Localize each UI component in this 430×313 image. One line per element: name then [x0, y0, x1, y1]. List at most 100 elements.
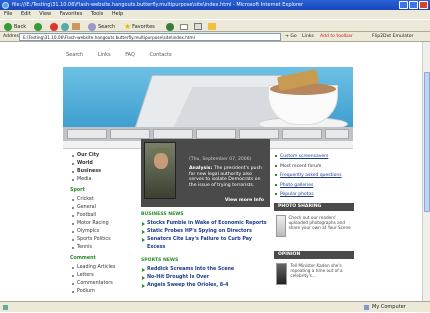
refresh-icon: [61, 22, 69, 31]
search-label: Search: [98, 23, 116, 30]
nav-tab-4[interactable]: [196, 129, 236, 139]
business-news-item[interactable]: Stocks Fumble in Wake of Economic Report…: [141, 220, 270, 228]
forward-button[interactable]: [34, 22, 42, 31]
sidebar-item-business[interactable]: Business: [70, 168, 134, 176]
right-link[interactable]: Frequently asked questions: [274, 171, 354, 181]
toolbar: Back Search ★ Favorites: [0, 19, 430, 32]
sidebar-item-letters[interactable]: Letters: [70, 272, 134, 280]
sidebar-item-commentators[interactable]: Commentators: [70, 280, 134, 288]
analysis-label: Analysis:: [189, 166, 213, 171]
business-news-item[interactable]: Senators Cite Lay's Failure to Curb Pay …: [141, 236, 270, 250]
toolbar-extension-2[interactable]: Flip2Dxt Emulator: [372, 32, 413, 42]
nav-tab-5[interactable]: [239, 129, 279, 139]
nav-contacts[interactable]: Contacts: [150, 52, 172, 58]
history-button[interactable]: [166, 22, 174, 31]
nav-tab-6[interactable]: [282, 129, 322, 139]
vertical-scrollbar[interactable]: [422, 42, 430, 301]
right-link[interactable]: Most recent forum: [274, 162, 354, 172]
folder-icon: [208, 23, 216, 30]
browser-window: file:///E:/Testing\31.10.06\Flash-websit…: [0, 0, 430, 312]
nav-tab-2[interactable]: [110, 129, 150, 139]
feature-photo: [144, 142, 176, 199]
go-button[interactable]: ➜ Go: [285, 32, 297, 42]
right-link[interactable]: Popular photos: [274, 190, 354, 200]
sports-news: SPORTS NEWS Reddick Screams Into the Sce…: [141, 258, 270, 290]
title-bar: file:///E:/Testing\31.10.06\Flash-websit…: [0, 0, 430, 10]
minimize-button[interactable]: [399, 1, 408, 9]
ie-logo-icon: [2, 2, 9, 9]
mail-button[interactable]: [180, 22, 188, 31]
forward-arrow-icon: [34, 22, 42, 31]
feature-date: (Thu, September 07, 2006): [189, 157, 252, 162]
sidebar-item-podium[interactable]: Podium: [70, 288, 134, 296]
back-label: Back: [14, 23, 27, 30]
sidebar-section-sport: Sport: [70, 188, 85, 193]
folder-button[interactable]: [208, 22, 216, 31]
sports-news-item[interactable]: No-Hit Drought Is Over: [141, 274, 270, 282]
close-button[interactable]: [419, 1, 428, 9]
right-link[interactable]: Photo galleries: [274, 181, 354, 191]
menu-favorites[interactable]: Favorites: [60, 11, 83, 17]
opinion-text: Tell Minister Kaden she's repeating a ti…: [290, 262, 343, 278]
business-news-item[interactable]: Static Probes HP's Spying on Directors: [141, 228, 270, 236]
nav-tab-7[interactable]: [325, 129, 349, 139]
sports-news-item[interactable]: Angels Sweep the Orioles, 8-4: [141, 282, 270, 290]
photo-sharing-box: Check out our readers' uploaded photogra…: [274, 211, 354, 251]
window-title: file:///E:/Testing\31.10.06\Flash-websit…: [12, 2, 304, 8]
status-bar: My Computer: [0, 301, 430, 312]
nav-tab-1[interactable]: [67, 129, 107, 139]
sidebar-item-sports-politics[interactable]: Sports Politics: [70, 236, 134, 244]
links-button[interactable]: Links: [302, 32, 314, 42]
history-icon: [166, 22, 174, 31]
back-arrow-icon: [4, 22, 12, 31]
toolbar-extension-1[interactable]: Add to toolbar: [320, 32, 353, 42]
sidebar-item-tennis[interactable]: Tennis: [70, 244, 134, 252]
photo-sharing-header: PHOTO SHARING: [274, 202, 354, 211]
menu-view[interactable]: View: [39, 11, 51, 17]
scrollbar-thumb[interactable]: [424, 72, 430, 212]
sidebar-item-our-city[interactable]: Our City: [70, 152, 134, 160]
photo-sharing-text: Check out our readers' uploaded photogra…: [288, 214, 351, 230]
favorites-button[interactable]: ★ Favorites: [124, 22, 155, 31]
print-button[interactable]: [194, 22, 202, 31]
home-button[interactable]: [72, 22, 80, 31]
favorites-label: Favorites: [132, 23, 155, 30]
sidebar-item-cricket[interactable]: Cricket: [70, 196, 134, 204]
sidebar-item-media[interactable]: Media: [70, 176, 134, 184]
page-viewport: Search Links FAQ Contacts Our City World…: [0, 42, 422, 301]
nav-tab-3[interactable]: [153, 129, 193, 139]
stop-button[interactable]: [50, 22, 58, 31]
back-button[interactable]: Back: [4, 22, 26, 31]
business-news: BUSINESS NEWS Stocks Fumble in Wake of E…: [141, 212, 270, 250]
opinion-box: Tell Minister Kaden she's repeating a ti…: [274, 259, 354, 289]
sports-news-item[interactable]: Reddick Screams Into the Scene: [141, 266, 270, 274]
menu-tools[interactable]: Tools: [91, 11, 103, 17]
maximize-button[interactable]: [409, 1, 418, 9]
nav-search[interactable]: Search: [66, 52, 83, 58]
top-nav: Search Links FAQ Contacts: [66, 52, 185, 58]
favorites-star-icon: ★: [124, 22, 132, 31]
nav-links[interactable]: Links: [98, 52, 111, 58]
sidebar-item-football[interactable]: Football: [70, 212, 134, 220]
menu-help[interactable]: Help: [112, 11, 123, 17]
search-button[interactable]: Search: [88, 22, 115, 31]
sidebar-item-leading-articles[interactable]: Leading Articles: [70, 264, 134, 272]
sidebar-item-olympics[interactable]: Olympics: [70, 228, 134, 236]
photo-face-shape: [154, 153, 168, 169]
nav-faq[interactable]: FAQ: [125, 52, 135, 58]
sidebar-section-comment: Comment: [70, 256, 96, 261]
sidebar-item-general[interactable]: General: [70, 204, 134, 212]
photo-sharing-thumbnail[interactable]: [276, 214, 286, 237]
menu-file[interactable]: File: [4, 11, 12, 17]
refresh-button[interactable]: [61, 22, 69, 31]
sidebar-item-world[interactable]: World: [70, 160, 134, 168]
menu-edit[interactable]: Edit: [21, 11, 31, 17]
zone-label: My Computer: [372, 304, 406, 310]
print-icon: [194, 23, 202, 30]
right-link[interactable]: Custom screensavers: [274, 152, 354, 162]
opinion-thumbnail[interactable]: [276, 262, 288, 285]
sidebar-item-motor-racing[interactable]: Motor Racing: [70, 220, 134, 228]
address-input[interactable]: E:\Testing\31.10.06\Flash-website.hangou…: [19, 33, 281, 41]
view-more-link[interactable]: View more Info: [225, 198, 264, 203]
header-banner: [63, 67, 353, 127]
